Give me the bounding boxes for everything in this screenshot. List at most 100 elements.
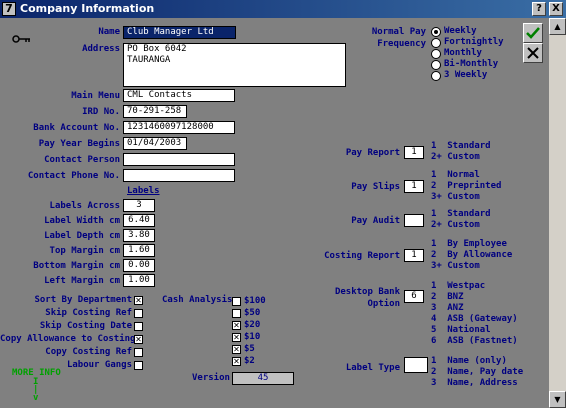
pay-audit-label: Pay Audit <box>351 216 400 226</box>
labels-across-label: Labels Across <box>49 201 120 211</box>
address-line-2: TAURANGA <box>127 55 171 65</box>
cash-10-checkbox[interactable]: ✕ <box>232 333 241 342</box>
top-margin-field[interactable]: 1.60 <box>123 244 155 257</box>
more-info-arrow-icon[interactable]: I | v <box>33 378 38 403</box>
desktop-bank-legend-2: 2 BNZ <box>431 292 464 302</box>
label-type-field[interactable] <box>404 357 428 373</box>
bottom-margin-label: Bottom Margin cm <box>33 261 120 271</box>
cash-2-checkbox[interactable]: ✕ <box>232 357 241 366</box>
copy-costing-ref-checkbox[interactable] <box>134 348 143 357</box>
cash-10-label: $10 <box>244 332 261 342</box>
left-margin-field[interactable]: 1.00 <box>123 274 155 287</box>
radio-bi-monthly[interactable] <box>431 60 441 70</box>
desktop-bank-legend-6: 6 ASB (Fastnet) <box>431 336 518 346</box>
option-bi-monthly: Bi-Monthly <box>444 59 499 69</box>
radio-weekly[interactable] <box>431 27 441 37</box>
pay-audit-legend-2: 2+ Custom <box>431 220 480 230</box>
label-type-legend-1: 1 Name (only) <box>431 356 507 366</box>
label-depth-label: Label Depth cm <box>44 231 120 241</box>
radio-monthly[interactable] <box>431 49 441 59</box>
copy-costing-ref-label: Copy Costing Ref <box>45 347 132 357</box>
pay-frequency-label-1: Normal Pay <box>371 27 426 37</box>
contact-phone-label: Contact Phone No. <box>27 171 120 181</box>
bank-account-field[interactable]: 1231460097128000 <box>123 121 235 134</box>
label-type-legend-2: 2 Name, Pay date <box>431 367 524 377</box>
ird-field[interactable]: 70-291-258 <box>123 105 187 118</box>
pay-slips-field[interactable]: 1 <box>404 180 424 193</box>
option-weekly: Weekly <box>444 26 477 36</box>
skip-costing-ref-label: Skip Costing Ref <box>45 308 132 318</box>
address-field[interactable]: PO Box 6042 TAURANGA <box>123 43 346 87</box>
skip-costing-ref-checkbox[interactable] <box>134 309 143 318</box>
pay-slips-legend-3: 3+ Custom <box>431 192 480 202</box>
labels-heading: Labels <box>127 186 160 196</box>
bottom-margin-field[interactable]: 0.00 <box>123 259 155 272</box>
cash-20-label: $20 <box>244 320 261 330</box>
x-icon <box>527 47 539 59</box>
contact-person-field[interactable] <box>123 153 235 166</box>
version-label: Version <box>192 373 230 383</box>
cash-50-checkbox[interactable] <box>232 309 241 318</box>
pay-year-field[interactable]: 01/04/2003 <box>123 137 187 150</box>
ok-button[interactable] <box>523 23 543 43</box>
label-type-label: Label Type <box>345 363 400 373</box>
cash-20-checkbox[interactable]: ✕ <box>232 321 241 330</box>
copy-allowance-checkbox[interactable]: ✕ <box>134 335 143 344</box>
close-button[interactable]: X <box>549 2 563 16</box>
main-menu-field[interactable]: CML Contacts <box>123 89 235 102</box>
labour-gangs-checkbox[interactable] <box>134 361 143 370</box>
option-fortnightly: Fortnightly <box>444 37 504 47</box>
contact-person-label: Contact Person <box>44 155 120 165</box>
pay-audit-field[interactable] <box>404 214 424 227</box>
scroll-down-icon[interactable]: ▼ <box>549 391 566 408</box>
pay-report-legend-1: 1 Standard <box>431 141 491 151</box>
cash-5-checkbox[interactable]: ✕ <box>232 345 241 354</box>
pay-year-label: Pay Year Begins <box>38 139 120 149</box>
app-icon: 7 <box>2 2 16 16</box>
pay-slips-legend-2: 2 Preprinted <box>431 181 502 191</box>
ird-label: IRD No. <box>82 107 120 117</box>
desktop-bank-label-1: Desktop Bank <box>334 287 400 297</box>
pay-audit-legend-1: 1 Standard <box>431 209 491 219</box>
cash-analysis-label: Cash Analysis <box>162 295 233 305</box>
radio-3-weekly[interactable] <box>431 71 441 81</box>
label-width-label: Label Width cm <box>44 216 120 226</box>
option-monthly: Monthly <box>444 48 482 58</box>
skip-costing-date-checkbox[interactable] <box>134 322 143 331</box>
labels-across-field[interactable]: 3 <box>123 199 155 212</box>
cash-5-label: $5 <box>244 344 255 354</box>
name-field[interactable]: Club Manager Ltd <box>123 26 236 39</box>
radio-fortnightly[interactable] <box>431 38 441 48</box>
costing-report-legend-2: 2 By Allowance <box>431 250 513 260</box>
cash-100-checkbox[interactable] <box>232 297 241 306</box>
name-label: Name <box>98 27 120 37</box>
pay-frequency-label-2: Frequency <box>377 39 426 49</box>
desktop-bank-legend-4: 4 ASB (Gateway) <box>431 314 518 324</box>
key-icon <box>12 29 32 48</box>
pay-report-legend-2: 2+ Custom <box>431 152 480 162</box>
help-button[interactable]: ? <box>532 2 546 16</box>
costing-report-field[interactable]: 1 <box>404 249 424 262</box>
copy-allowance-label: Copy Allowance to Costing <box>0 334 136 344</box>
cash-50-label: $50 <box>244 308 261 318</box>
sort-by-department-checkbox[interactable]: ✕ <box>134 296 143 305</box>
desktop-bank-legend-1: 1 Westpac <box>431 281 486 291</box>
pay-report-field[interactable]: 1 <box>404 146 424 159</box>
label-width-field[interactable]: 6.40 <box>123 214 155 227</box>
desktop-bank-field[interactable]: 6 <box>404 290 424 303</box>
scroll-up-icon[interactable]: ▲ <box>549 18 566 35</box>
window-title: Company Information <box>20 2 155 15</box>
vertical-scrollbar[interactable] <box>549 18 566 408</box>
costing-report-legend-1: 1 By Employee <box>431 239 507 249</box>
label-depth-field[interactable]: 3.80 <box>123 229 155 242</box>
pay-slips-label: Pay Slips <box>351 182 400 192</box>
main-menu-label: Main Menu <box>71 91 120 101</box>
bank-account-label: Bank Account No. <box>33 123 120 133</box>
skip-costing-date-label: Skip Costing Date <box>39 321 132 331</box>
cancel-button[interactable] <box>523 43 543 63</box>
option-3-weekly: 3 Weekly <box>444 70 488 80</box>
desktop-bank-legend-5: 5 National <box>431 325 491 335</box>
cash-100-label: $100 <box>244 296 266 306</box>
address-line-1: PO Box 6042 <box>127 44 187 54</box>
contact-phone-field[interactable] <box>123 169 235 182</box>
